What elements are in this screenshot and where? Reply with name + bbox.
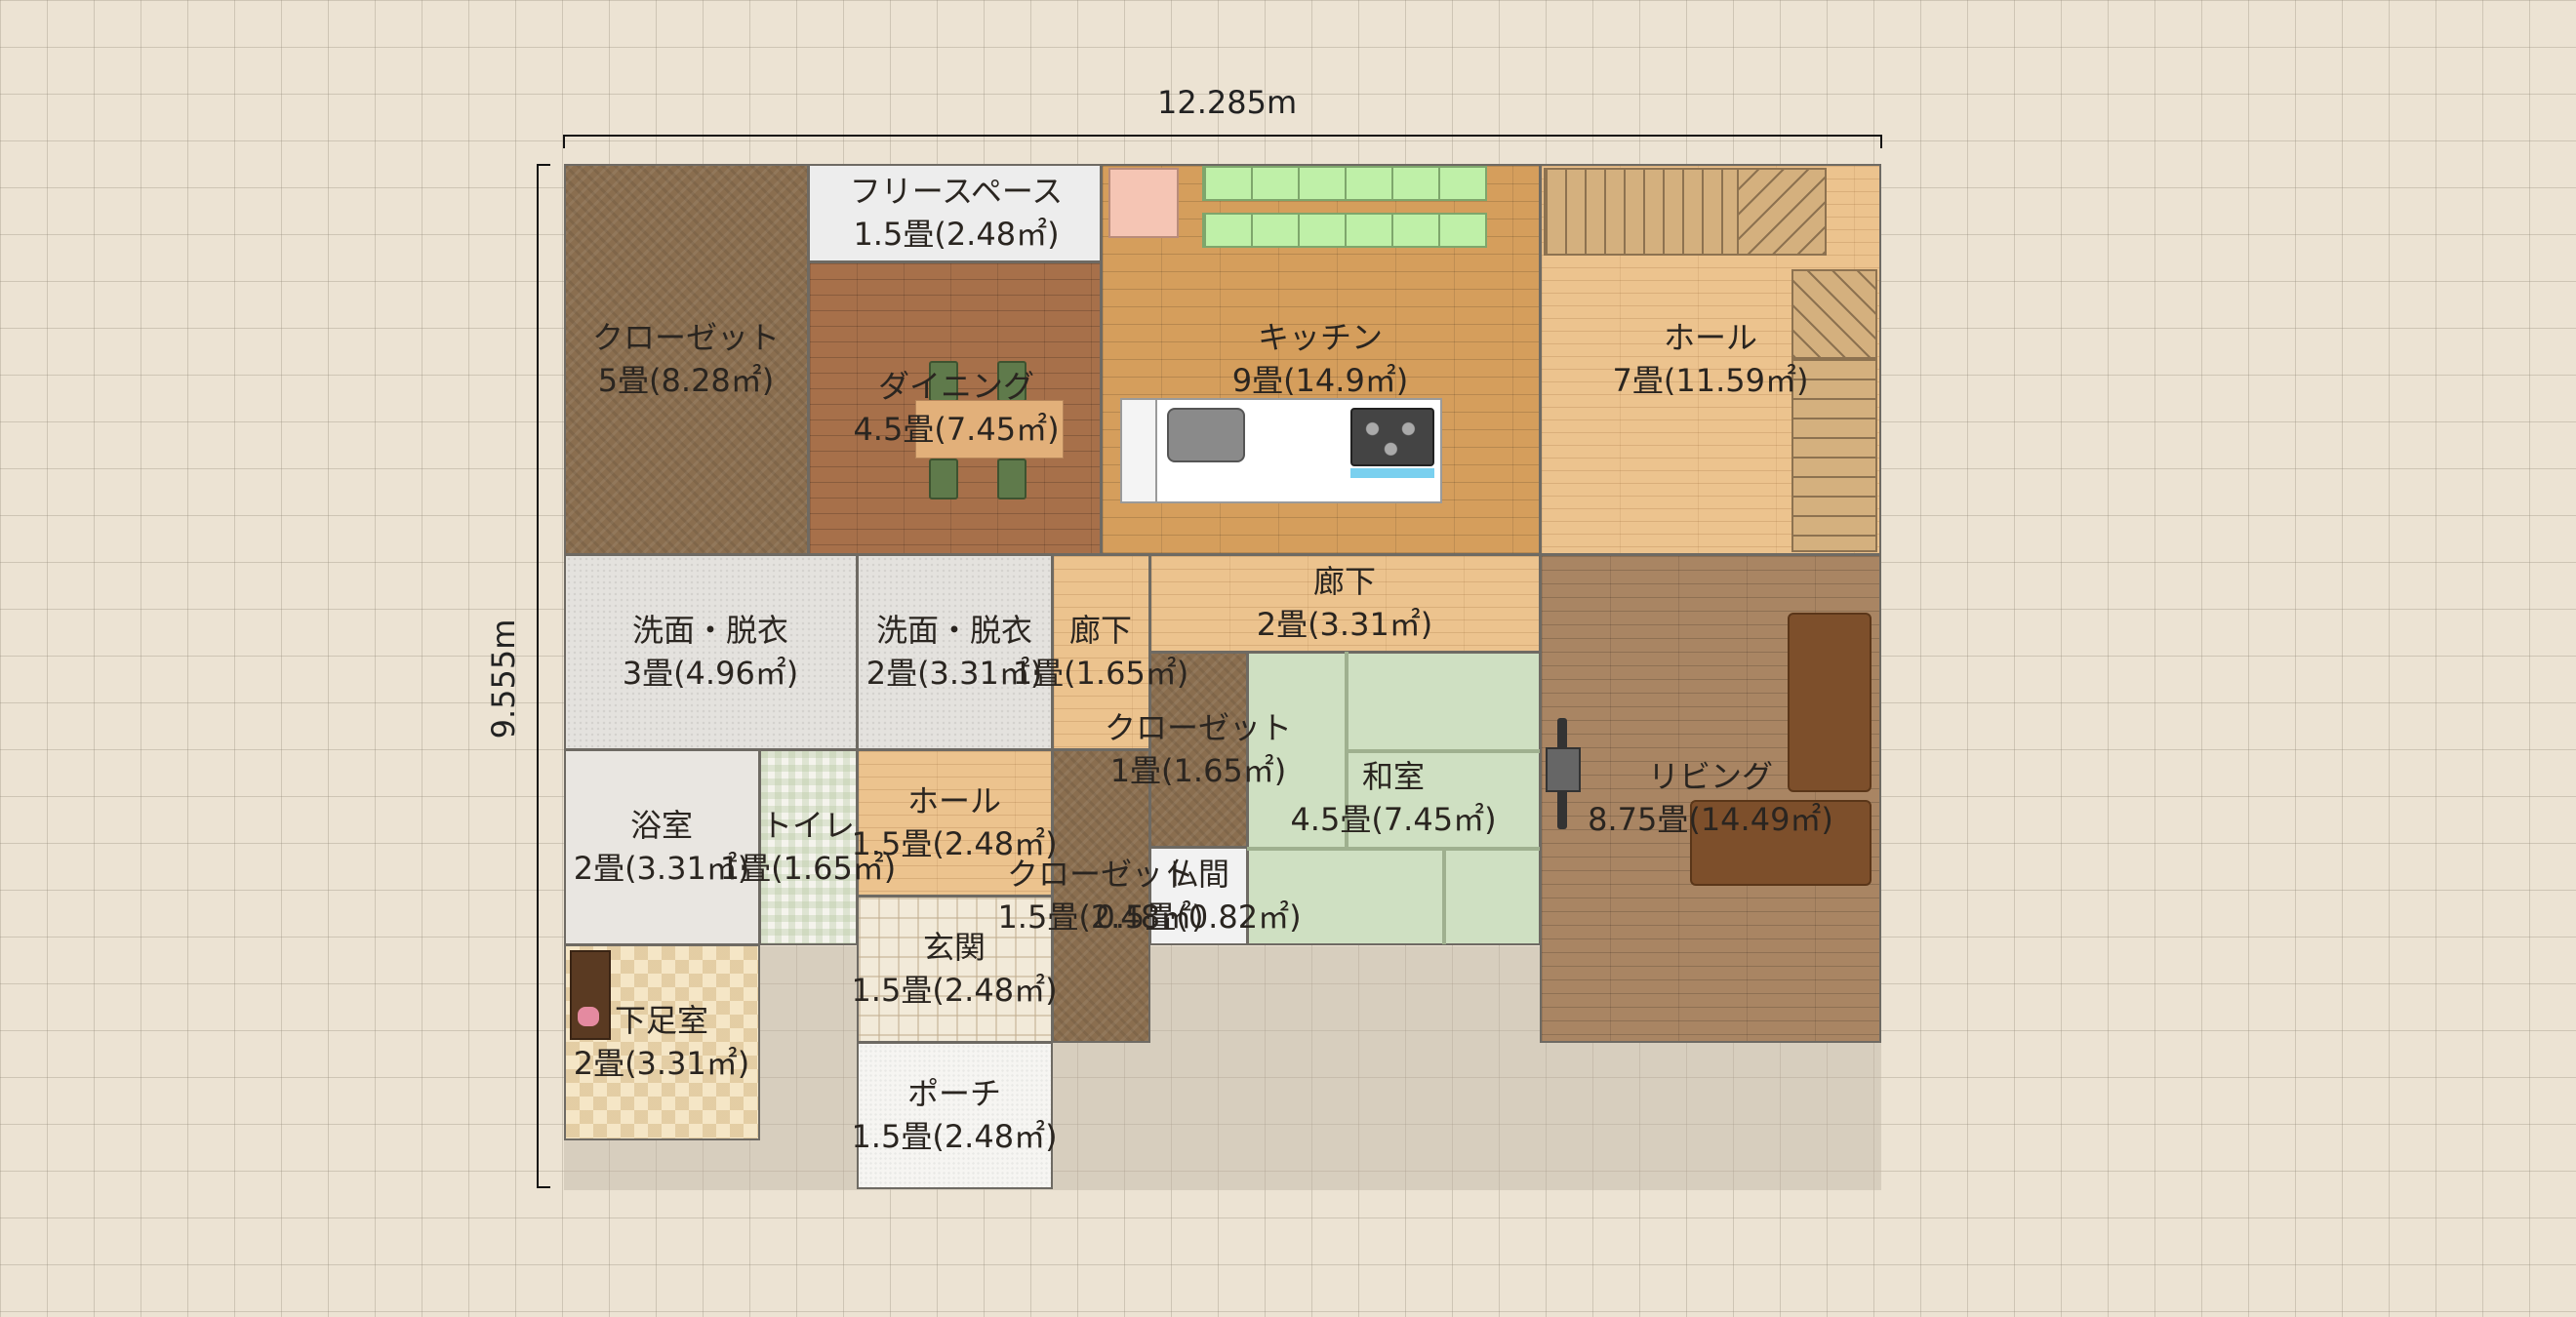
kitchen-counter-icon <box>1120 398 1157 503</box>
height-dimension-label: 9.555m <box>485 619 522 739</box>
cupboard-icon <box>1202 166 1487 201</box>
room-corridor-main[interactable] <box>1149 554 1541 653</box>
width-dimension-label: 12.285m <box>1157 84 1298 121</box>
dining-chair-icon <box>997 361 1026 402</box>
room-free-space[interactable] <box>808 164 1102 262</box>
room-closet-main[interactable] <box>564 164 809 555</box>
room-butsuma[interactable] <box>1149 847 1248 945</box>
room-toilet[interactable] <box>759 749 858 945</box>
room-bathroom[interactable] <box>564 749 760 945</box>
room-corridor-small[interactable] <box>1052 554 1150 750</box>
dining-chair-icon <box>997 459 1026 499</box>
room-porch[interactable] <box>857 1042 1053 1189</box>
width-dimension-line <box>564 135 1881 137</box>
slippers-icon <box>578 1007 599 1026</box>
tatami-divider <box>1442 847 1446 944</box>
room-washroom-1[interactable] <box>564 554 858 750</box>
refrigerator-icon <box>1108 168 1179 238</box>
dining-table-icon <box>915 400 1064 459</box>
dining-chair-icon <box>929 459 958 499</box>
cupboard-icon <box>1202 213 1487 248</box>
tv-stand-icon <box>1546 747 1581 792</box>
room-hall-lower[interactable] <box>857 749 1053 897</box>
room-washroom-2[interactable] <box>857 554 1053 750</box>
staircase-icon <box>1544 168 1739 256</box>
staircase-icon <box>1791 269 1877 359</box>
room-closet-lower[interactable] <box>1052 749 1150 1043</box>
sink-icon <box>1167 408 1245 462</box>
tatami-divider <box>1345 749 1540 753</box>
sofa-icon <box>1690 800 1872 886</box>
width-dimension-tick-right <box>1880 135 1882 148</box>
staircase-icon <box>1737 168 1827 256</box>
room-closet-small[interactable] <box>1149 652 1248 848</box>
room-washitsu[interactable] <box>1247 652 1541 945</box>
stove-icon <box>1350 408 1434 466</box>
height-dimension-line <box>537 164 539 1188</box>
room-genkan[interactable] <box>857 896 1053 1043</box>
floor-plan: 12.285m 9.555m クローゼット 5畳(8.28㎡) フリースペース … <box>0 0 2576 1317</box>
width-dimension-tick-left <box>563 135 565 148</box>
dining-chair-icon <box>929 361 958 402</box>
tatami-divider <box>1247 847 1540 851</box>
staircase-icon <box>1791 357 1877 552</box>
height-dimension-tick-top <box>537 164 550 166</box>
sofa-icon <box>1788 613 1872 792</box>
height-dimension-tick-bottom <box>537 1186 550 1188</box>
shoe-cabinet-icon <box>570 950 611 1040</box>
stove-panel-icon <box>1350 468 1434 478</box>
